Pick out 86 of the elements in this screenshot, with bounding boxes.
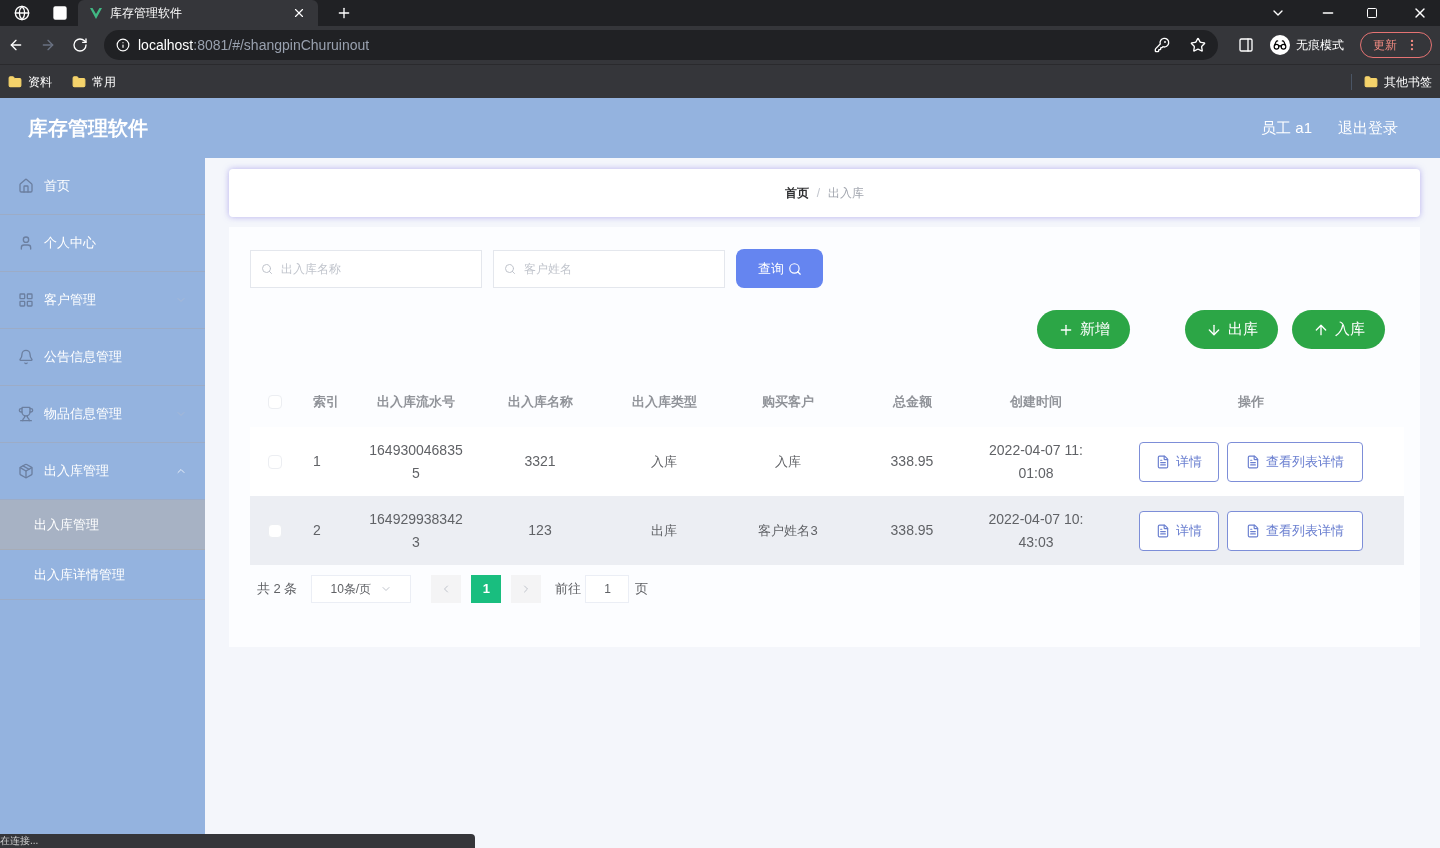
bell-icon bbox=[18, 349, 34, 365]
grid-icon bbox=[18, 292, 34, 308]
table-cell: 2 bbox=[313, 522, 321, 538]
close-tab-icon[interactable] bbox=[292, 6, 306, 20]
column-header: 购买客户 bbox=[762, 394, 814, 410]
document-icon bbox=[1156, 523, 1170, 538]
bookmark[interactable]: 常用 bbox=[72, 73, 116, 90]
search-button[interactable]: 查询 bbox=[736, 249, 823, 288]
table-cell-text: 123 bbox=[528, 521, 552, 540]
other-bookmarks[interactable]: 其他书签 bbox=[1351, 73, 1432, 90]
column-header: 索引 bbox=[313, 394, 339, 410]
action-button[interactable]: 出库 bbox=[1185, 310, 1278, 349]
tab-title: 库存管理软件 bbox=[110, 5, 183, 21]
incognito-label: 无痕模式 bbox=[1296, 37, 1344, 53]
breadcrumb-item: 出入库 bbox=[828, 185, 865, 201]
column-header: 创建时间 bbox=[1010, 394, 1062, 410]
column-header: 操作 bbox=[1238, 394, 1264, 410]
breadcrumb-item[interactable]: 首页 bbox=[784, 185, 809, 201]
trophy-icon bbox=[18, 406, 34, 422]
submenu-item[interactable]: 出入库管理 bbox=[0, 500, 205, 550]
breadcrumb-separator: / bbox=[816, 185, 821, 201]
page-button[interactable]: 1 bbox=[471, 575, 502, 603]
table-cell-text: 2022-04-07 10:43:03 bbox=[987, 509, 1085, 552]
incognito-icon bbox=[1270, 35, 1290, 55]
table-cell-text: 338.95 bbox=[890, 521, 934, 540]
table-row[interactable]: 2 1649299383423 123 出库 客户姓名3 338.95 2022-04-07 10:43:03 详情 查看列表详情 bbox=[250, 496, 1404, 565]
search-icon bbox=[787, 261, 802, 276]
folder-icon bbox=[8, 74, 22, 89]
document-icon bbox=[1156, 454, 1170, 469]
detail-button[interactable]: 查看列表详情 bbox=[1227, 441, 1363, 482]
address-bar[interactable]: localhost:8081/#/shangpinChuruinout bbox=[104, 30, 1218, 60]
status-bar: 在连接... bbox=[0, 834, 475, 848]
url-text: localhost:8081/#/shangpinChuruinout bbox=[138, 36, 370, 55]
app-title: 库存管理软件 bbox=[28, 116, 148, 141]
action-button[interactable]: 入库 bbox=[1292, 310, 1385, 349]
box-icon bbox=[18, 463, 34, 479]
column-header: 出入库名称 bbox=[507, 394, 573, 410]
logout-link[interactable]: 退出登录 bbox=[1338, 116, 1398, 140]
user-icon bbox=[18, 235, 34, 251]
incognito-badge[interactable]: 无痕模式 bbox=[1270, 35, 1344, 55]
action-button[interactable]: 新增 bbox=[1037, 310, 1130, 349]
table-cell: 1 bbox=[313, 453, 321, 469]
detail-button[interactable]: 查看列表详情 bbox=[1227, 510, 1363, 551]
column-header: 出入库类型 bbox=[631, 394, 697, 410]
document-icon bbox=[1246, 454, 1260, 469]
table-cell-text: 客户姓名3 bbox=[758, 522, 818, 540]
document-icon bbox=[1246, 523, 1260, 538]
table-cell-text: 出库 bbox=[651, 522, 677, 540]
vue-logo-icon bbox=[90, 7, 102, 19]
new-tab-icon[interactable] bbox=[336, 5, 352, 21]
search-icon bbox=[261, 262, 273, 275]
globe-icon[interactable] bbox=[14, 5, 30, 21]
search-field[interactable]: 出入库名称 bbox=[250, 249, 482, 288]
goto-page-field[interactable]: 1 bbox=[585, 575, 630, 603]
window-icon[interactable] bbox=[52, 5, 68, 21]
back-icon[interactable] bbox=[8, 37, 24, 53]
table-cell-text: 338.95 bbox=[890, 452, 934, 471]
browser-tab[interactable]: 库存管理软件 bbox=[78, 0, 318, 26]
table-cell-text: 入库 bbox=[775, 453, 801, 471]
forward-icon[interactable] bbox=[40, 37, 56, 53]
bookmark-star-icon[interactable] bbox=[1190, 37, 1206, 53]
key-icon[interactable] bbox=[1154, 37, 1170, 53]
total-count: 共 2 条 bbox=[257, 580, 298, 599]
restore-icon[interactable] bbox=[1366, 7, 1378, 19]
page-size-select[interactable]: 10条/页 bbox=[311, 575, 412, 603]
search-icon bbox=[504, 262, 516, 275]
column-header: 总金额 bbox=[892, 394, 932, 410]
bookmark[interactable]: 资料 bbox=[8, 73, 52, 90]
table-cell-text: 1649300468355 bbox=[368, 440, 464, 483]
home-icon bbox=[18, 178, 34, 194]
info-icon bbox=[116, 38, 130, 52]
side-panel-icon[interactable] bbox=[1238, 37, 1254, 53]
folder-icon bbox=[72, 74, 86, 89]
user-name: 员工 a1 bbox=[1261, 117, 1312, 138]
goto-label: 前往 bbox=[555, 580, 582, 599]
table-cell-text: 入库 bbox=[651, 453, 677, 471]
table-cell-text: 3321 bbox=[524, 452, 556, 471]
column-header: 出入库流水号 bbox=[377, 394, 455, 410]
table-cell-text: 2022-04-07 11:01:08 bbox=[988, 440, 1084, 483]
folder-icon bbox=[1364, 74, 1378, 89]
goto-suffix: 页 bbox=[635, 580, 649, 599]
detail-button[interactable]: 详情 bbox=[1139, 441, 1219, 482]
table-cell-text: 1649299383423 bbox=[368, 509, 464, 552]
reload-icon[interactable] bbox=[72, 37, 88, 53]
detail-button[interactable]: 详情 bbox=[1139, 510, 1219, 551]
search-field[interactable]: 客户姓名 bbox=[493, 249, 725, 288]
